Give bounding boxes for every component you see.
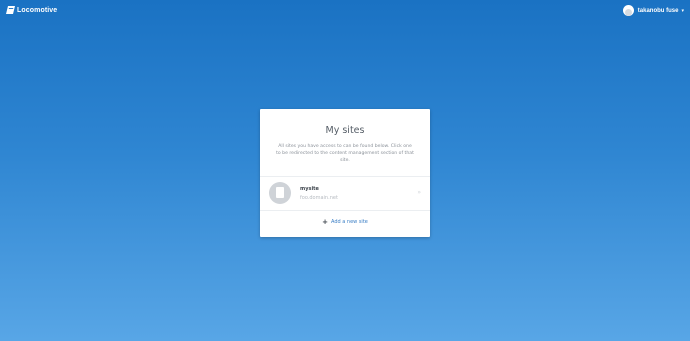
plus-icon: +: [322, 218, 328, 226]
add-site-button[interactable]: + Add a new site: [260, 218, 430, 226]
user-menu[interactable]: takanobu fuse ▾: [622, 5, 684, 16]
site-name: mysite: [300, 186, 319, 192]
divider: [260, 210, 430, 211]
brand-logo[interactable]: Locomotive: [6, 6, 57, 14]
sites-description: All sites you have access to can be foun…: [276, 144, 414, 163]
site-avatar: [269, 182, 291, 204]
arrow-right-icon: »: [417, 189, 421, 196]
page-title: My sites: [325, 125, 365, 136]
brand-name: Locomotive: [17, 6, 58, 14]
top-bar: Locomotive takanobu fuse ▾: [0, 0, 690, 24]
user-name: takanobu fuse: [637, 7, 679, 14]
locomotive-logo-icon: [6, 6, 15, 14]
chevron-down-icon: ▾: [681, 7, 684, 14]
document-icon: [276, 187, 284, 198]
my-sites-card: My sites All sites you have access to ca…: [260, 109, 430, 237]
site-list-item[interactable]: mysite foo.domain.net »: [260, 177, 430, 209]
site-domain: foo.domain.net: [300, 195, 338, 201]
user-avatar: [622, 5, 634, 16]
add-site-label: Add a new site: [330, 219, 368, 225]
